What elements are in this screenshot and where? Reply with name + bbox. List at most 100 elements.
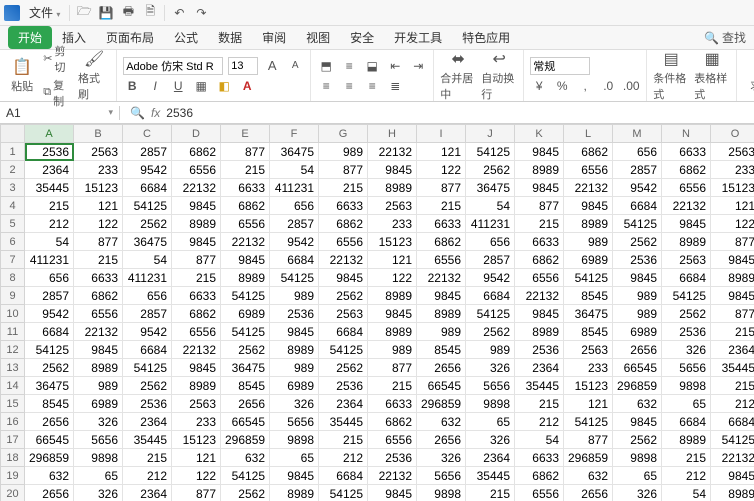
- formula-input[interactable]: 2536: [166, 106, 193, 120]
- cell-F6[interactable]: 9542: [270, 233, 319, 251]
- copy-button[interactable]: ⧉复制: [43, 77, 73, 109]
- cell-H4[interactable]: 2563: [368, 197, 417, 215]
- cell-K10[interactable]: 9845: [515, 305, 564, 323]
- cell-C14[interactable]: 2562: [123, 377, 172, 395]
- cell-A9[interactable]: 2857: [25, 287, 74, 305]
- cell-L5[interactable]: 8989: [564, 215, 613, 233]
- cell-A4[interactable]: 215: [25, 197, 74, 215]
- tab-6[interactable]: 视图: [296, 26, 340, 49]
- cell-C12[interactable]: 6684: [123, 341, 172, 359]
- cell-E5[interactable]: 6556: [221, 215, 270, 233]
- row-header-19[interactable]: 19: [1, 467, 25, 485]
- cell-D1[interactable]: 6862: [172, 143, 221, 161]
- cell-M10[interactable]: 989: [613, 305, 662, 323]
- cell-E11[interactable]: 54125: [221, 323, 270, 341]
- cell-N14[interactable]: 9898: [662, 377, 711, 395]
- cell-L13[interactable]: 233: [564, 359, 613, 377]
- cell-G7[interactable]: 22132: [319, 251, 368, 269]
- cell-C15[interactable]: 2536: [123, 395, 172, 413]
- cell-F19[interactable]: 9845: [270, 467, 319, 485]
- cell-B18[interactable]: 9898: [74, 449, 123, 467]
- cell-E13[interactable]: 36475: [221, 359, 270, 377]
- cell-D15[interactable]: 2563: [172, 395, 221, 413]
- decrease-font-button[interactable]: A: [286, 57, 304, 75]
- tab-8[interactable]: 开发工具: [384, 26, 452, 49]
- cell-M15[interactable]: 632: [613, 395, 662, 413]
- cell-H19[interactable]: 22132: [368, 467, 417, 485]
- cell-K18[interactable]: 6633: [515, 449, 564, 467]
- cell-E17[interactable]: 296859: [221, 431, 270, 449]
- cell-E16[interactable]: 66545: [221, 413, 270, 431]
- row-header-7[interactable]: 7: [1, 251, 25, 269]
- cell-O3[interactable]: 15123: [711, 179, 754, 197]
- cell-M20[interactable]: 326: [613, 485, 662, 501]
- cell-H17[interactable]: 6556: [368, 431, 417, 449]
- cell-I6[interactable]: 6862: [417, 233, 466, 251]
- cell-K4[interactable]: 877: [515, 197, 564, 215]
- cell-I9[interactable]: 9845: [417, 287, 466, 305]
- col-header-A[interactable]: A: [25, 125, 74, 143]
- bold-button[interactable]: B: [123, 77, 141, 95]
- cell-G3[interactable]: 215: [319, 179, 368, 197]
- cell-O4[interactable]: 121: [711, 197, 754, 215]
- row-header-14[interactable]: 14: [1, 377, 25, 395]
- cell-D4[interactable]: 9845: [172, 197, 221, 215]
- cell-C9[interactable]: 656: [123, 287, 172, 305]
- cell-H15[interactable]: 6633: [368, 395, 417, 413]
- table-style-button[interactable]: ▦表格样式: [694, 49, 730, 102]
- cell-B7[interactable]: 215: [74, 251, 123, 269]
- cell-L19[interactable]: 632: [564, 467, 613, 485]
- cell-D19[interactable]: 122: [172, 467, 221, 485]
- cell-C1[interactable]: 2857: [123, 143, 172, 161]
- border-button[interactable]: ▦: [192, 77, 210, 95]
- cell-A10[interactable]: 9542: [25, 305, 74, 323]
- cell-D11[interactable]: 6556: [172, 323, 221, 341]
- row-header-3[interactable]: 3: [1, 179, 25, 197]
- cell-E9[interactable]: 54125: [221, 287, 270, 305]
- cell-H7[interactable]: 121: [368, 251, 417, 269]
- cell-M16[interactable]: 9845: [613, 413, 662, 431]
- cut-button[interactable]: ✂剪切: [43, 43, 73, 75]
- cell-F10[interactable]: 2536: [270, 305, 319, 323]
- cell-I7[interactable]: 6556: [417, 251, 466, 269]
- cell-M17[interactable]: 2562: [613, 431, 662, 449]
- cell-E10[interactable]: 6989: [221, 305, 270, 323]
- cell-D20[interactable]: 877: [172, 485, 221, 501]
- cell-J20[interactable]: 215: [466, 485, 515, 501]
- cell-M2[interactable]: 2857: [613, 161, 662, 179]
- cell-F7[interactable]: 6684: [270, 251, 319, 269]
- cell-E3[interactable]: 6633: [221, 179, 270, 197]
- cell-L10[interactable]: 36475: [564, 305, 613, 323]
- cell-H8[interactable]: 122: [368, 269, 417, 287]
- undo-icon[interactable]: ↶: [171, 5, 187, 21]
- cell-F15[interactable]: 326: [270, 395, 319, 413]
- cell-B14[interactable]: 989: [74, 377, 123, 395]
- col-header-N[interactable]: N: [662, 125, 711, 143]
- row-header-13[interactable]: 13: [1, 359, 25, 377]
- cell-D9[interactable]: 6633: [172, 287, 221, 305]
- col-header-J[interactable]: J: [466, 125, 515, 143]
- cell-N6[interactable]: 8989: [662, 233, 711, 251]
- row-header-20[interactable]: 20: [1, 485, 25, 501]
- cell-L3[interactable]: 22132: [564, 179, 613, 197]
- cell-O12[interactable]: 2364: [711, 341, 754, 359]
- cell-F13[interactable]: 989: [270, 359, 319, 377]
- cell-F12[interactable]: 8989: [270, 341, 319, 359]
- col-header-F[interactable]: F: [270, 125, 319, 143]
- col-header-H[interactable]: H: [368, 125, 417, 143]
- cell-H11[interactable]: 8989: [368, 323, 417, 341]
- cell-C20[interactable]: 2364: [123, 485, 172, 501]
- cell-N2[interactable]: 6862: [662, 161, 711, 179]
- cell-B11[interactable]: 22132: [74, 323, 123, 341]
- cell-H20[interactable]: 9845: [368, 485, 417, 501]
- cell-H1[interactable]: 22132: [368, 143, 417, 161]
- cell-C19[interactable]: 212: [123, 467, 172, 485]
- conditional-format-button[interactable]: ▤条件格式: [653, 49, 689, 102]
- cell-O20[interactable]: 8989: [711, 485, 754, 501]
- comma-icon[interactable]: ,: [576, 77, 594, 95]
- cell-J18[interactable]: 2364: [466, 449, 515, 467]
- cell-F1[interactable]: 36475: [270, 143, 319, 161]
- cell-K19[interactable]: 6862: [515, 467, 564, 485]
- col-header-G[interactable]: G: [319, 125, 368, 143]
- cell-F4[interactable]: 656: [270, 197, 319, 215]
